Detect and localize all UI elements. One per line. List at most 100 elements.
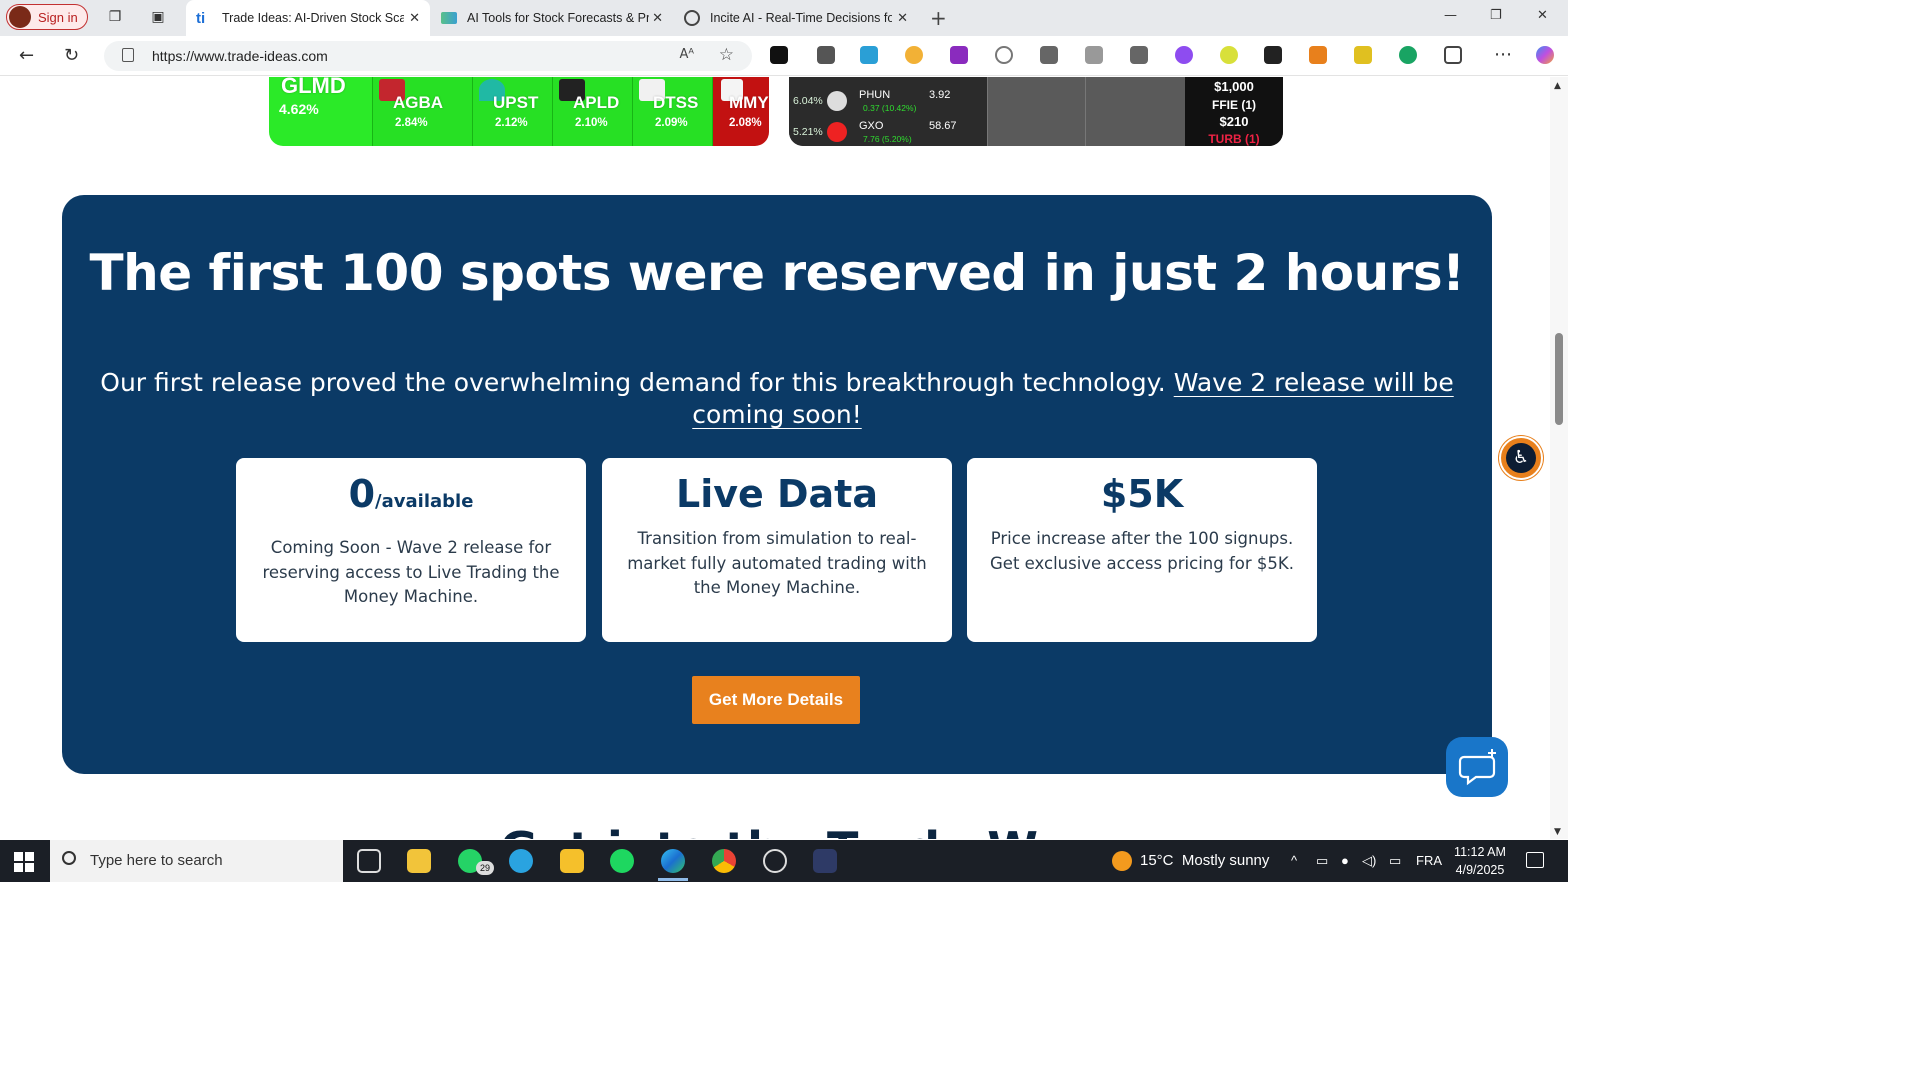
extension-box-icon[interactable] — [1040, 46, 1058, 64]
refresh-icon[interactable]: ↻ — [64, 45, 79, 66]
heatmap-cell: AGBA 2.84% — [373, 77, 473, 146]
screener-account-panel: $1,000 FFIE (1) $210 TURB (1) — [1185, 77, 1283, 146]
taskbar-clock[interactable]: 11:12 AM 4/9/2025 — [1448, 843, 1512, 879]
scroll-down-icon[interactable]: ▼ — [1554, 827, 1561, 837]
scroll-up-icon[interactable]: ▲ — [1554, 81, 1561, 91]
windows-taskbar: Type here to search 29 15°C Mostly sunny… — [0, 840, 1568, 882]
screener-column — [1085, 77, 1185, 146]
extension-ds-icon[interactable] — [1309, 46, 1327, 64]
heatmap-cell: GLMD 4.62% — [269, 77, 373, 146]
extension-download-icon[interactable] — [770, 46, 788, 64]
extension-green-icon[interactable] — [1399, 46, 1417, 64]
chat-bubble-icon — [1458, 749, 1496, 786]
browser-tab-strip: Sign in ❐ ▣ ti Trade Ideas: AI-Driven St… — [0, 0, 1568, 36]
heatmap-cell: MMY 2.08% — [713, 77, 769, 146]
wave2-promo-panel: The first 100 spots were reserved in jus… — [62, 195, 1492, 774]
promo-headline: The first 100 spots were reserved in jus… — [89, 244, 1465, 302]
get-more-details-button[interactable]: Get More Details — [692, 676, 860, 724]
avatar — [9, 6, 31, 28]
apps-grid-icon[interactable] — [1264, 46, 1282, 64]
close-tab-icon[interactable]: ✕ — [897, 10, 908, 26]
tab-trade-ideas[interactable]: ti Trade Ideas: AI-Driven Stock Scan ✕ — [186, 0, 430, 36]
stock-heatmap: GLMD 4.62% AGBA 2.84% UPST 2.12% APLD 2.… — [269, 77, 769, 146]
more-menu-icon[interactable]: ⋯ — [1494, 44, 1512, 65]
windows-start-icon[interactable] — [14, 852, 34, 872]
promo-subtext: Our first release proved the overwhelmin… — [100, 368, 1454, 429]
chat-widget-button[interactable] — [1446, 737, 1508, 797]
heatmap-cell: DTSS 2.09% — [633, 77, 713, 146]
extension-purple-icon[interactable] — [1175, 46, 1193, 64]
copilot-icon[interactable] — [1536, 46, 1554, 64]
gxo-logo-icon — [827, 122, 847, 142]
phun-logo-icon — [827, 91, 847, 111]
close-tab-icon[interactable]: ✕ — [409, 10, 420, 26]
tab-ai-tools[interactable]: AI Tools for Stock Forecasts & Pric ✕ — [431, 0, 673, 36]
price-card: $5K Price increase after the 100 signups… — [967, 458, 1317, 642]
taskbar-search-input[interactable]: Type here to search — [50, 840, 343, 882]
language-indicator[interactable]: FRA — [1416, 853, 1442, 868]
page-viewport: GLMD 4.62% AGBA 2.84% UPST 2.12% APLD 2.… — [0, 77, 1550, 839]
signin-label: Sign in — [38, 9, 78, 25]
microphone-icon[interactable]: ● — [1341, 853, 1349, 868]
extension-star-icon[interactable] — [1354, 46, 1372, 64]
extension-r-icon[interactable] — [860, 46, 878, 64]
chrome-icon[interactable] — [712, 849, 736, 873]
accessibility-person-icon: ♿ — [1506, 443, 1536, 473]
davinci-icon[interactable] — [813, 849, 837, 873]
extension-yellow-icon[interactable] — [1220, 46, 1238, 64]
telegram-icon[interactable] — [509, 849, 533, 873]
heatmap-cell: APLD 2.10% — [553, 77, 633, 146]
trade-ideas-favicon: ti — [196, 10, 206, 27]
incite-favicon — [684, 10, 700, 26]
accessibility-widget-button[interactable]: ♿ — [1499, 436, 1543, 480]
extension-f-icon[interactable] — [950, 46, 968, 64]
new-tab-button[interactable]: + — [930, 6, 947, 30]
minimize-icon[interactable]: — — [1444, 8, 1457, 23]
network-icon[interactable]: ▭ — [1389, 853, 1401, 869]
tab-incite-ai[interactable]: Incite AI - Real-Time Decisions fo ✕ — [674, 0, 918, 36]
screener-row: 6.04% PHUN 3.92 0.37 (10.42%) — [793, 89, 951, 113]
favorite-star-icon[interactable]: ☆ — [719, 45, 734, 65]
extensions-puzzle-icon[interactable] — [1444, 46, 1462, 64]
url-text[interactable]: https://www.trade-ideas.com — [152, 48, 328, 64]
meet-now-icon[interactable]: ▭ — [1316, 853, 1328, 869]
clock-app-icon[interactable] — [763, 849, 787, 873]
address-bar[interactable]: https://www.trade-ideas.com Aᴬ ☆ — [104, 41, 752, 71]
extension-coin-icon[interactable] — [905, 46, 923, 64]
extension-shield-icon[interactable] — [1130, 46, 1148, 64]
close-window-icon[interactable]: ✕ — [1537, 8, 1548, 23]
browser-toolbar: ← ↻ https://www.trade-ideas.com Aᴬ ☆ ⋯ — [0, 36, 1568, 76]
extension-c-icon[interactable] — [995, 46, 1013, 64]
extension-image-icon[interactable] — [1085, 46, 1103, 64]
workspaces-icon[interactable]: ❐ — [106, 8, 124, 26]
screener-list: 6.04% PHUN 3.92 0.37 (10.42%) 5.21% GXO … — [789, 77, 987, 146]
weather-widget[interactable]: 15°C Mostly sunny — [1112, 851, 1269, 871]
stock-screener-preview: 6.04% PHUN 3.92 0.37 (10.42%) 5.21% GXO … — [789, 77, 1283, 146]
back-arrow-icon[interactable]: ← — [19, 45, 34, 66]
restore-icon[interactable]: ❐ — [1490, 8, 1502, 23]
active-app-indicator — [658, 878, 688, 881]
notification-center-icon[interactable] — [1526, 852, 1544, 868]
page-scrollbar[interactable]: ▲ ▼ — [1550, 77, 1568, 839]
lock-icon — [122, 48, 134, 62]
chevron-up-icon[interactable]: ^ — [1291, 853, 1297, 868]
sun-icon — [1112, 851, 1132, 871]
files-app-icon[interactable] — [560, 849, 584, 873]
chart-favicon — [441, 12, 457, 24]
file-explorer-icon[interactable] — [407, 849, 431, 873]
edge-browser-icon[interactable] — [661, 849, 685, 873]
task-view-icon[interactable] — [357, 849, 381, 873]
scrollbar-thumb[interactable] — [1555, 333, 1563, 425]
extension-off-icon[interactable] — [817, 46, 835, 64]
close-tab-icon[interactable]: ✕ — [652, 10, 663, 26]
volume-icon[interactable]: ◁) — [1362, 853, 1376, 869]
spotify-icon[interactable] — [610, 849, 634, 873]
screener-column — [987, 77, 1085, 146]
profile-signin-button[interactable]: Sign in — [6, 4, 88, 30]
whatsapp-badge: 29 — [476, 861, 494, 875]
tab-actions-icon[interactable]: ▣ — [149, 8, 167, 26]
read-aloud-icon[interactable]: Aᴬ — [680, 47, 695, 62]
next-section-heading: Get into the Trade W — [500, 822, 1038, 839]
live-data-card: Live Data Transition from simulation to … — [602, 458, 952, 642]
screener-row: 5.21% GXO 58.67 7.76 (5.20%) — [793, 120, 957, 144]
